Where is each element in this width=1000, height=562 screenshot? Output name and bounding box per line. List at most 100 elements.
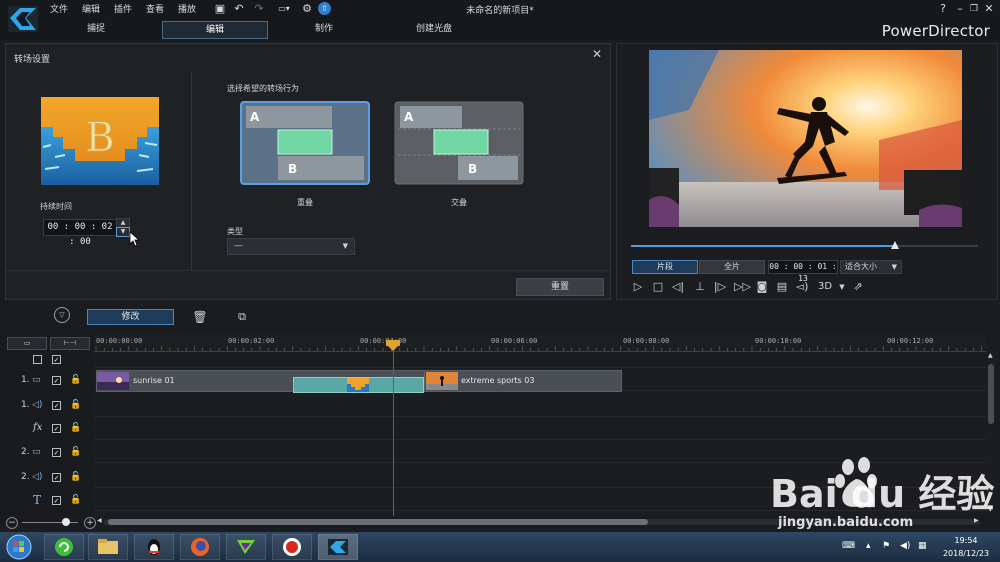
tab-edit[interactable]: 编辑: [162, 21, 268, 39]
save-icon[interactable]: ▣: [213, 2, 227, 15]
fit-timeline-icon[interactable]: ⊢⊣: [50, 337, 90, 350]
duration-decrease-button[interactable]: ▼: [116, 227, 130, 237]
ruler-label: 00:00:02:00: [228, 337, 275, 345]
tray-network-icon[interactable]: ▦: [918, 541, 927, 551]
close-panel-icon[interactable]: ✕: [590, 47, 604, 61]
mode-3d-toggle[interactable]: 3D: [818, 280, 832, 294]
tab-capture[interactable]: 捕捉: [44, 21, 148, 37]
video-track-1-checkbox[interactable]: ✓: [52, 376, 61, 385]
taskbar-qq-icon[interactable]: [134, 534, 174, 560]
tab-create-disc[interactable]: 创建光盘: [382, 21, 486, 37]
zoom-out-icon[interactable]: −: [6, 517, 18, 529]
panel-divider: [191, 72, 192, 270]
undock-preview-icon[interactable]: ⇗: [851, 280, 865, 294]
close-window-icon[interactable]: ✕: [982, 2, 996, 16]
collapse-panel-button[interactable]: ▽: [54, 307, 70, 323]
fast-forward-icon[interactable]: ▷▷: [734, 280, 751, 294]
previous-frame-icon[interactable]: ◁|: [671, 280, 685, 294]
lock-icon[interactable]: 🔓: [70, 423, 81, 433]
reset-button[interactable]: 重置: [516, 278, 604, 296]
option-cross[interactable]: A B: [394, 101, 524, 185]
track-number: 2.: [21, 472, 30, 482]
tray-volume-icon[interactable]: ◀): [900, 541, 910, 551]
preview-panel: 片段 全片 00 : 00 : 01 : 13 适合大小 ▼ ▷ □ ◁| ⊥ …: [616, 43, 998, 300]
zoom-dropdown[interactable]: 适合大小 ▼: [840, 260, 902, 274]
undo-icon[interactable]: ↶: [232, 2, 246, 15]
play-icon[interactable]: ▷: [631, 280, 645, 294]
aspect-ratio-icon[interactable]: ▭▾: [272, 2, 296, 15]
video-track-2-checkbox[interactable]: ✓: [52, 448, 61, 457]
thumb-letter: B: [85, 115, 114, 161]
help-icon[interactable]: ?: [936, 2, 950, 16]
clip-mode-button[interactable]: 片段: [632, 260, 698, 274]
type-dropdown[interactable]: — ▼: [227, 238, 355, 255]
snapshot-camera-icon[interactable]: ◙: [755, 280, 769, 294]
preview-timecode[interactable]: 00 : 00 : 01 : 13: [768, 260, 838, 283]
preview-scrubber-handle[interactable]: [890, 241, 899, 249]
movie-mode-button[interactable]: 全片: [699, 260, 765, 274]
start-button-icon[interactable]: [4, 533, 34, 561]
lock-icon[interactable]: 🔓: [70, 400, 81, 410]
title-track-checkbox[interactable]: ✓: [52, 496, 61, 505]
settings-gear-icon[interactable]: ⚙: [300, 2, 314, 15]
menu-view[interactable]: 查看: [146, 2, 164, 15]
option-overlap-label: 重叠: [297, 198, 313, 207]
menu-file[interactable]: 文件: [50, 2, 68, 15]
master-track-visibility-checkbox[interactable]: [33, 355, 42, 364]
timeline-horizontal-scrollbar-thumb[interactable]: [108, 519, 648, 525]
lock-icon[interactable]: 🔓: [70, 447, 81, 457]
tray-expand-icon[interactable]: ▴: [866, 541, 871, 551]
clock-date[interactable]: 2018/12/23: [935, 549, 997, 558]
taskbar-file-explorer-icon[interactable]: [88, 534, 128, 560]
stop-icon[interactable]: □: [651, 280, 665, 294]
clip-label: sunrise 01: [133, 376, 175, 385]
volume-icon[interactable]: ◅): [795, 280, 809, 294]
restore-icon[interactable]: ❐: [967, 2, 981, 16]
lock-icon[interactable]: 🔓: [70, 495, 81, 505]
mode-3d-chevron-down-icon[interactable]: ▼: [835, 280, 849, 294]
video-track-icon: ▭: [32, 375, 41, 385]
modify-button[interactable]: 修改: [87, 309, 174, 325]
window-title: 未命名的新项目*: [466, 6, 534, 16]
menu-edit[interactable]: 编辑: [82, 2, 100, 15]
duration-label: 持续时间: [40, 202, 72, 211]
fx-track-checkbox[interactable]: ✓: [52, 424, 61, 433]
zoom-in-icon[interactable]: +: [84, 517, 96, 529]
taskbar-app-green-icon[interactable]: [226, 534, 266, 560]
taskbar-app-360-icon[interactable]: [44, 534, 84, 560]
delete-trash-icon[interactable]: 🗑: [192, 309, 208, 325]
transition-thumbnail-icon: [347, 378, 369, 392]
option-overlap[interactable]: A B: [240, 101, 370, 185]
minimize-icon[interactable]: –: [953, 2, 967, 16]
zoom-value: 适合大小: [845, 262, 877, 271]
taskbar-powerdirector-icon[interactable]: [318, 534, 358, 560]
taskbar-recorder-icon[interactable]: [272, 534, 312, 560]
timeline-vertical-scrollbar-thumb[interactable]: [988, 364, 994, 424]
tab-produce[interactable]: 制作: [272, 21, 376, 37]
mark-in-icon[interactable]: ⊥: [693, 280, 707, 294]
audio-track-1-checkbox[interactable]: ✓: [52, 401, 61, 410]
track-manager-icon[interactable]: ▭: [7, 337, 47, 350]
duration-input[interactable]: 00 : 00 : 02 : 00: [43, 219, 117, 247]
trim-icon[interactable]: ⧉: [234, 309, 250, 325]
audio-track-2-checkbox[interactable]: ✓: [52, 473, 61, 482]
upgrade-icon[interactable]: ⇧: [318, 2, 331, 15]
taskbar-firefox-icon[interactable]: [180, 534, 220, 560]
master-track-enable-checkbox[interactable]: ✓: [52, 355, 61, 364]
next-frame-icon[interactable]: |▷: [713, 280, 727, 294]
clock-time[interactable]: 19:54: [935, 536, 997, 545]
track-number: 1.: [21, 375, 30, 385]
tray-keyboard-icon[interactable]: ⌨: [842, 541, 855, 551]
timeline-zoom-knob[interactable]: [62, 518, 70, 526]
scroll-up-icon[interactable]: ▲: [988, 352, 993, 359]
tray-security-icon[interactable]: ⚑: [882, 541, 890, 551]
lock-icon[interactable]: 🔓: [70, 472, 81, 482]
menu-play[interactable]: 播放: [178, 2, 196, 15]
scroll-left-icon[interactable]: ◀: [97, 517, 102, 524]
lock-icon[interactable]: 🔓: [70, 375, 81, 385]
playhead-handle[interactable]: [386, 340, 400, 351]
playhead-line: [393, 346, 394, 516]
menu-plugins[interactable]: 插件: [114, 2, 132, 15]
redo-icon[interactable]: ↷: [252, 2, 266, 15]
subtitle-icon[interactable]: ▤: [775, 280, 789, 294]
